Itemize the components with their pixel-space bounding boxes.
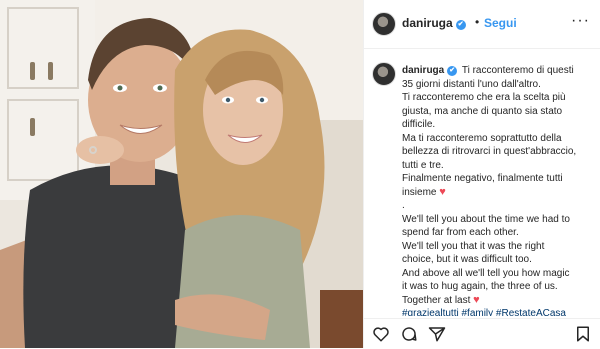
caption-line: it was to hug again, the three of us. xyxy=(402,281,558,292)
profile-avatar[interactable] xyxy=(372,12,396,36)
caption-line: And above all we'll tell you how magic xyxy=(402,267,570,279)
post-photo[interactable] xyxy=(0,0,363,348)
header-username[interactable]: daniruga ✔ xyxy=(402,16,466,30)
caption-text: daniruga ✔ Ti racconteremo di questi 35 g… xyxy=(402,64,592,316)
caption-line: difficile. xyxy=(402,119,436,130)
heart-icon[interactable] xyxy=(372,325,390,343)
follow-button[interactable]: Segui xyxy=(484,16,517,30)
caption-avatar[interactable] xyxy=(372,62,396,86)
caption-line: We'll tell you about the time we had to xyxy=(402,213,570,225)
caption-line: . xyxy=(402,200,405,211)
caption-line: spend far from each other. xyxy=(402,227,519,238)
caption-line: Ti racconteremo che era la scelta più xyxy=(402,92,566,103)
bookmark-icon[interactable] xyxy=(574,325,592,343)
red-heart-emoji-icon: ♥ xyxy=(439,185,446,198)
red-heart-emoji-icon: ♥ xyxy=(473,293,480,306)
caption-line: bellezza di ritrovarci in quest'abbracci… xyxy=(402,146,577,157)
post-side-panel: daniruga ✔ • Segui ··· daniruga ✔ Ti racco… xyxy=(363,0,600,348)
caption-line: Ti racconteremo di questi xyxy=(461,65,574,76)
caption-line: We'll tell you that it was the right xyxy=(402,240,545,252)
caption-line: choice, but it was difficult too. xyxy=(402,254,532,265)
couple-selfie-image xyxy=(0,0,363,348)
caption-line: 35 giorni distanti l'uno dall'altro. xyxy=(402,78,541,90)
separator-dot: • xyxy=(475,15,480,29)
caption-line-with-heart: insieme ♥ xyxy=(402,185,446,198)
caption-line: Finalmente negativo, finalmente tutti xyxy=(402,173,563,184)
caption-hashtags[interactable]: #graziealtutti #family #RestateACasa xyxy=(402,307,592,316)
instagram-post: daniruga ✔ • Segui ··· daniruga ✔ Ti racco… xyxy=(0,0,600,348)
post-caption: daniruga ✔ Ti racconteremo di questi 35 g… xyxy=(364,48,600,316)
caption-username[interactable]: daniruga ✔ xyxy=(402,65,458,76)
caption-line: giusta, ma anche di quanto sia stato xyxy=(402,105,563,117)
comment-icon[interactable] xyxy=(400,325,418,343)
caption-line: tutti e tre. xyxy=(402,159,444,171)
caption-line-with-heart: Together at last ♥ xyxy=(402,293,480,306)
post-header: daniruga ✔ • Segui ··· xyxy=(364,0,600,49)
verified-badge-icon: ✔ xyxy=(455,20,466,30)
post-actions-bar xyxy=(364,318,600,349)
share-icon[interactable] xyxy=(428,325,446,343)
caption-line: Ma ti racconteremo soprattutto della xyxy=(402,132,562,144)
more-options-icon[interactable]: ··· xyxy=(571,12,590,30)
verified-badge-icon: ✔ xyxy=(447,66,458,76)
